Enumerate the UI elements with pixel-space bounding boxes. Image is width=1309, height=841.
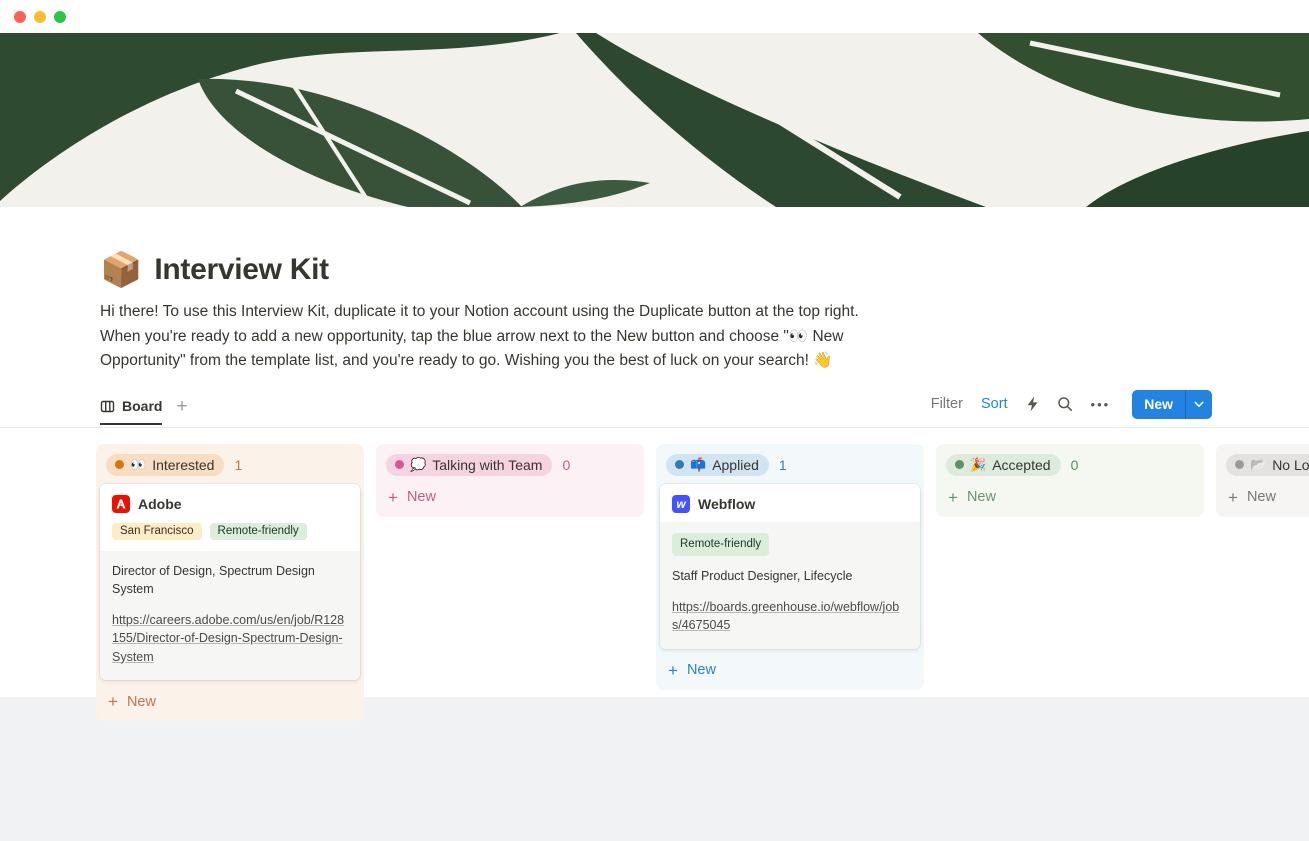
chevron-down-icon bbox=[1194, 401, 1204, 408]
card-tags: San Francisco Remote-friendly bbox=[100, 522, 360, 551]
board-column-talking-with-team: 💭 Talking with Team 0 + New bbox=[376, 444, 644, 517]
page-icon[interactable]: 📦 bbox=[100, 253, 142, 287]
eyes-emoji-icon: 👀 bbox=[130, 458, 146, 471]
webflow-logo-icon: w bbox=[672, 495, 690, 513]
status-pill[interactable]: 🎉 Accepted bbox=[946, 454, 1061, 476]
adobe-logo-icon bbox=[112, 495, 130, 513]
column-count: 1 bbox=[779, 457, 787, 473]
column-count: 0 bbox=[1071, 457, 1079, 473]
sort-button[interactable]: Sort bbox=[981, 396, 1008, 412]
monstera-leaves-illustration bbox=[0, 33, 1309, 207]
status-dot bbox=[675, 460, 684, 469]
column-header[interactable]: 📫 Applied 1 bbox=[660, 448, 920, 482]
page-title-row: 📦 Interview Kit bbox=[100, 253, 1309, 287]
job-posting-link[interactable]: https://boards.greenhouse.io/webflow/job… bbox=[672, 598, 908, 635]
status-dot bbox=[115, 460, 124, 469]
column-name: Interested bbox=[152, 457, 214, 473]
tag-remote-friendly: Remote-friendly bbox=[672, 533, 769, 557]
search-icon[interactable] bbox=[1057, 396, 1073, 412]
job-role-text: Director of Design, Spectrum Design Syst… bbox=[112, 562, 348, 599]
column-header[interactable]: 👀 Interested 1 bbox=[100, 448, 360, 482]
new-card-label: New bbox=[967, 489, 996, 505]
column-name: Talking with Team bbox=[432, 457, 542, 473]
status-pill[interactable]: 📫 Applied bbox=[666, 454, 769, 476]
close-window-button[interactable] bbox=[14, 11, 26, 23]
board-view: 👀 Interested 1 Adobe Sa bbox=[0, 428, 1309, 722]
tab-board-label: Board bbox=[122, 398, 162, 414]
board-column-no-longer: 📂 No Lon + New bbox=[1216, 444, 1309, 517]
view-tabs: Board + bbox=[100, 396, 188, 427]
page-title[interactable]: Interview Kit bbox=[154, 253, 328, 287]
status-dot bbox=[395, 460, 404, 469]
board-view-icon bbox=[100, 399, 115, 414]
card-title-row: w Webflow bbox=[660, 484, 920, 522]
automation-bolt-icon[interactable] bbox=[1026, 396, 1039, 412]
status-pill[interactable]: 📂 No Lon bbox=[1226, 454, 1309, 476]
card-page-preview: Remote-friendly Staff Product Designer, … bbox=[660, 522, 920, 649]
card-page-preview: Director of Design, Spectrum Design Syst… bbox=[100, 551, 360, 681]
board-column-applied: 📫 Applied 1 w Webflow Remote-friendly bbox=[656, 444, 924, 690]
column-header[interactable]: 📂 No Lon bbox=[1220, 448, 1309, 482]
new-card-button[interactable]: + New bbox=[380, 482, 640, 513]
folder-emoji-icon: 📂 bbox=[1250, 458, 1266, 471]
tag-remote-friendly: Remote-friendly bbox=[210, 523, 307, 540]
plus-icon: + bbox=[668, 662, 678, 679]
tag-san-francisco: San Francisco bbox=[112, 523, 202, 540]
plus-icon: + bbox=[388, 489, 398, 506]
new-card-label: New bbox=[127, 694, 156, 710]
status-pill[interactable]: 👀 Interested bbox=[106, 454, 224, 476]
view-toolbar: Board + Filter Sort ••• New bbox=[0, 394, 1309, 428]
add-view-button[interactable]: + bbox=[176, 396, 187, 427]
page-description[interactable]: Hi there! To use this Interview Kit, dup… bbox=[100, 300, 884, 374]
job-role-text: Staff Product Designer, Lifecycle bbox=[672, 567, 908, 586]
new-card-label: New bbox=[1247, 489, 1276, 505]
column-name: Accepted bbox=[992, 457, 1050, 473]
tab-board[interactable]: Board bbox=[100, 398, 162, 425]
mailbox-emoji-icon: 📫 bbox=[690, 458, 706, 471]
status-pill[interactable]: 💭 Talking with Team bbox=[386, 454, 552, 476]
more-options-icon[interactable]: ••• bbox=[1091, 397, 1111, 412]
column-name: Applied bbox=[712, 457, 759, 473]
card-title: Adobe bbox=[138, 496, 182, 512]
column-count: 1 bbox=[234, 457, 242, 473]
filter-button[interactable]: Filter bbox=[931, 396, 963, 412]
new-card-button[interactable]: + New bbox=[100, 686, 360, 717]
toolbar-controls: Filter Sort ••• New bbox=[931, 390, 1212, 427]
zoom-window-button[interactable] bbox=[54, 11, 66, 23]
card-title-row: Adobe bbox=[100, 484, 360, 522]
column-name: No Lon bbox=[1272, 457, 1309, 473]
thought-balloon-emoji-icon: 💭 bbox=[410, 458, 426, 471]
page-content: 📦 Interview Kit Hi there! To use this In… bbox=[0, 207, 1309, 697]
new-button-label[interactable]: New bbox=[1132, 390, 1185, 419]
column-header[interactable]: 🎉 Accepted 0 bbox=[940, 448, 1200, 482]
card-adobe[interactable]: Adobe San Francisco Remote-friendly Dire… bbox=[100, 484, 360, 681]
card-webflow[interactable]: w Webflow Remote-friendly Staff Product … bbox=[660, 484, 920, 649]
notion-window: 📦 Interview Kit Hi there! To use this In… bbox=[0, 0, 1309, 841]
window-titlebar bbox=[0, 0, 1309, 33]
new-button[interactable]: New bbox=[1132, 390, 1212, 419]
board-column-interested: 👀 Interested 1 Adobe Sa bbox=[96, 444, 364, 722]
plus-icon: + bbox=[1228, 489, 1238, 506]
column-header[interactable]: 💭 Talking with Team 0 bbox=[380, 448, 640, 482]
plus-icon: + bbox=[948, 489, 958, 506]
plus-icon: + bbox=[108, 693, 118, 710]
new-card-label: New bbox=[407, 489, 436, 505]
column-count: 0 bbox=[562, 457, 570, 473]
status-dot bbox=[1235, 460, 1244, 469]
party-popper-emoji-icon: 🎉 bbox=[970, 458, 986, 471]
new-card-button[interactable]: + New bbox=[940, 482, 1200, 513]
board-column-accepted: 🎉 Accepted 0 + New bbox=[936, 444, 1204, 517]
minimize-window-button[interactable] bbox=[34, 11, 46, 23]
new-card-button[interactable]: + New bbox=[660, 655, 920, 686]
new-dropdown-chevron[interactable] bbox=[1185, 390, 1212, 419]
page-cover-image[interactable] bbox=[0, 33, 1309, 207]
status-dot bbox=[955, 460, 964, 469]
card-title: Webflow bbox=[698, 496, 755, 512]
new-card-button[interactable]: + New bbox=[1220, 482, 1309, 513]
job-posting-link[interactable]: https://careers.adobe.com/us/en/job/R128… bbox=[112, 611, 348, 667]
new-card-label: New bbox=[687, 662, 716, 678]
